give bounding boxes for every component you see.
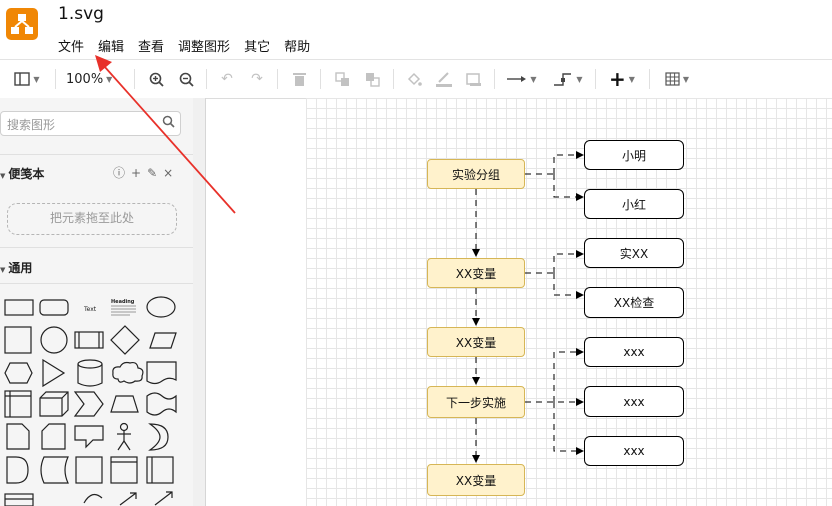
shape-arrow-diagonal-2 (154, 491, 173, 506)
shape-card (41, 423, 66, 450)
node-next-step[interactable]: 下一步实施 (427, 386, 525, 418)
document-title[interactable]: 1.svg (58, 4, 104, 24)
shape-textbox-lines (111, 305, 136, 316)
waypoint-style-dropdown[interactable]: ▼ (551, 68, 585, 90)
node-variable-1[interactable]: XX变量 (427, 258, 525, 288)
delete-icon[interactable] (289, 68, 309, 90)
add-icon[interactable]: + (131, 166, 147, 180)
zoom-value: 100% (66, 71, 104, 87)
redo-icon[interactable]: ↷ (247, 68, 267, 90)
shape-internal-storage (4, 390, 32, 418)
shape-crescent (148, 423, 169, 451)
collapse-arrow-icon: ▼ (0, 266, 6, 274)
zoom-in-icon[interactable] (146, 68, 166, 90)
shape-delay (6, 456, 29, 484)
help-icon[interactable]: ⓘ (113, 166, 131, 180)
shape-arrow-diagonal (119, 492, 137, 506)
node-xxx-1[interactable]: xxx (584, 337, 684, 367)
insert-dropdown[interactable]: + ▼ (605, 67, 639, 91)
drawio-logo-icon (11, 14, 33, 34)
shape-frame (110, 456, 138, 484)
shape-parallelogram (149, 332, 177, 349)
shape-triangle (42, 358, 66, 388)
node-variable-3[interactable]: XX变量 (427, 464, 525, 496)
menu-edit[interactable]: 编辑 (98, 36, 124, 55)
sidebar-scrollbar[interactable] (193, 98, 206, 506)
shape-hexagon (4, 362, 33, 384)
shape-search-input[interactable]: 搜索图形 (0, 111, 181, 136)
shape-cube (39, 391, 69, 417)
menu-view[interactable]: 查看 (138, 36, 164, 55)
connection-style-dropdown[interactable]: ▼ (505, 68, 539, 90)
menu-help[interactable]: 帮助 (284, 36, 310, 55)
table-icon (665, 72, 680, 86)
diagram-canvas[interactable]: 实验分组 XX变量 XX变量 下一步实施 XX变量 小明 小红 实XX XX检查… (306, 98, 832, 506)
node-xiaoming[interactable]: 小明 (584, 140, 684, 170)
edit-pencil-icon[interactable]: ✎ (147, 166, 163, 180)
node-xiaohong[interactable]: 小红 (584, 189, 684, 219)
node-xxx-2[interactable]: xxx (584, 386, 684, 417)
shape-text[interactable]: Text (83, 306, 97, 313)
shape-diamond (110, 325, 140, 355)
shape-tape (146, 392, 177, 416)
toolbar: ▼ 100% ▼ ↶ ↷ ▼ ▼ + ▼ ▼ (0, 59, 832, 99)
collapse-arrow-icon: ▼ (0, 172, 6, 180)
line-color-icon[interactable] (434, 68, 454, 90)
node-experiment-group[interactable]: 实验分组 (427, 159, 525, 189)
scratchpad-tools: ⓘ+✎× (113, 164, 179, 181)
scratchpad-drop-zone[interactable]: 把元素拖至此处 (7, 203, 177, 235)
elbow-connector-icon (554, 73, 572, 86)
table-dropdown[interactable]: ▼ (660, 68, 694, 90)
shape-circle (40, 326, 68, 354)
arrow-right-icon (507, 76, 527, 82)
shape-cloud (112, 361, 144, 384)
zoom-out-icon[interactable] (176, 68, 196, 90)
general-title: 通用 (8, 261, 33, 275)
search-icon[interactable] (162, 115, 175, 132)
menu-bar: 文件 编辑 查看 调整图形 其它 帮助 (58, 36, 324, 55)
shape-heading[interactable]: Heading (111, 299, 135, 305)
menu-file[interactable]: 文件 (58, 36, 84, 55)
menu-arrange[interactable]: 调整图形 (178, 36, 230, 55)
general-shape-palette: Text Heading (0, 293, 185, 506)
scratchpad-title: 便笺本 (8, 167, 45, 181)
shapes-sidebar: 搜索图形 ▼ 便笺本 ⓘ+✎× 把元素拖至此处 ▼ 通用 Text Headin… (0, 98, 194, 506)
general-header[interactable]: ▼ 通用 (0, 259, 188, 276)
shape-square-2 (75, 456, 103, 484)
shape-list (4, 493, 34, 506)
fill-color-icon[interactable] (404, 68, 424, 90)
shape-thumbnails: Text Heading (4, 296, 177, 506)
undo-icon[interactable]: ↶ (217, 68, 237, 90)
zoom-dropdown[interactable]: 100% ▼ (66, 68, 124, 90)
shape-stored-data (40, 456, 69, 484)
plus-icon: + (609, 67, 626, 91)
connectors (472, 151, 584, 463)
shape-ellipse (146, 296, 176, 318)
shape-vertical-container (146, 456, 174, 484)
shape-note (6, 423, 30, 450)
node-xx-check[interactable]: XX检查 (584, 287, 684, 318)
shape-rectangle (4, 299, 34, 316)
node-xxx-3[interactable]: xxx (584, 436, 684, 466)
node-variable-2[interactable]: XX变量 (427, 327, 525, 357)
shadow-icon[interactable] (464, 68, 484, 90)
shape-callout (74, 425, 104, 449)
node-shi-xx[interactable]: 实XX (584, 238, 684, 268)
panel-layout-icon (14, 72, 31, 86)
shape-step (73, 391, 104, 417)
app-logo (6, 8, 38, 40)
shape-actor (117, 422, 131, 451)
close-icon[interactable]: × (163, 166, 179, 180)
shape-rounded-rectangle (39, 299, 69, 316)
shape-trapezoid (110, 395, 139, 413)
shape-curve (83, 493, 103, 504)
shape-square (4, 326, 32, 354)
format-panel-toggle[interactable]: ▼ (10, 68, 44, 90)
shape-document (146, 361, 177, 385)
to-front-icon[interactable] (332, 68, 352, 90)
to-back-icon[interactable] (362, 68, 382, 90)
menu-extras[interactable]: 其它 (244, 36, 270, 55)
